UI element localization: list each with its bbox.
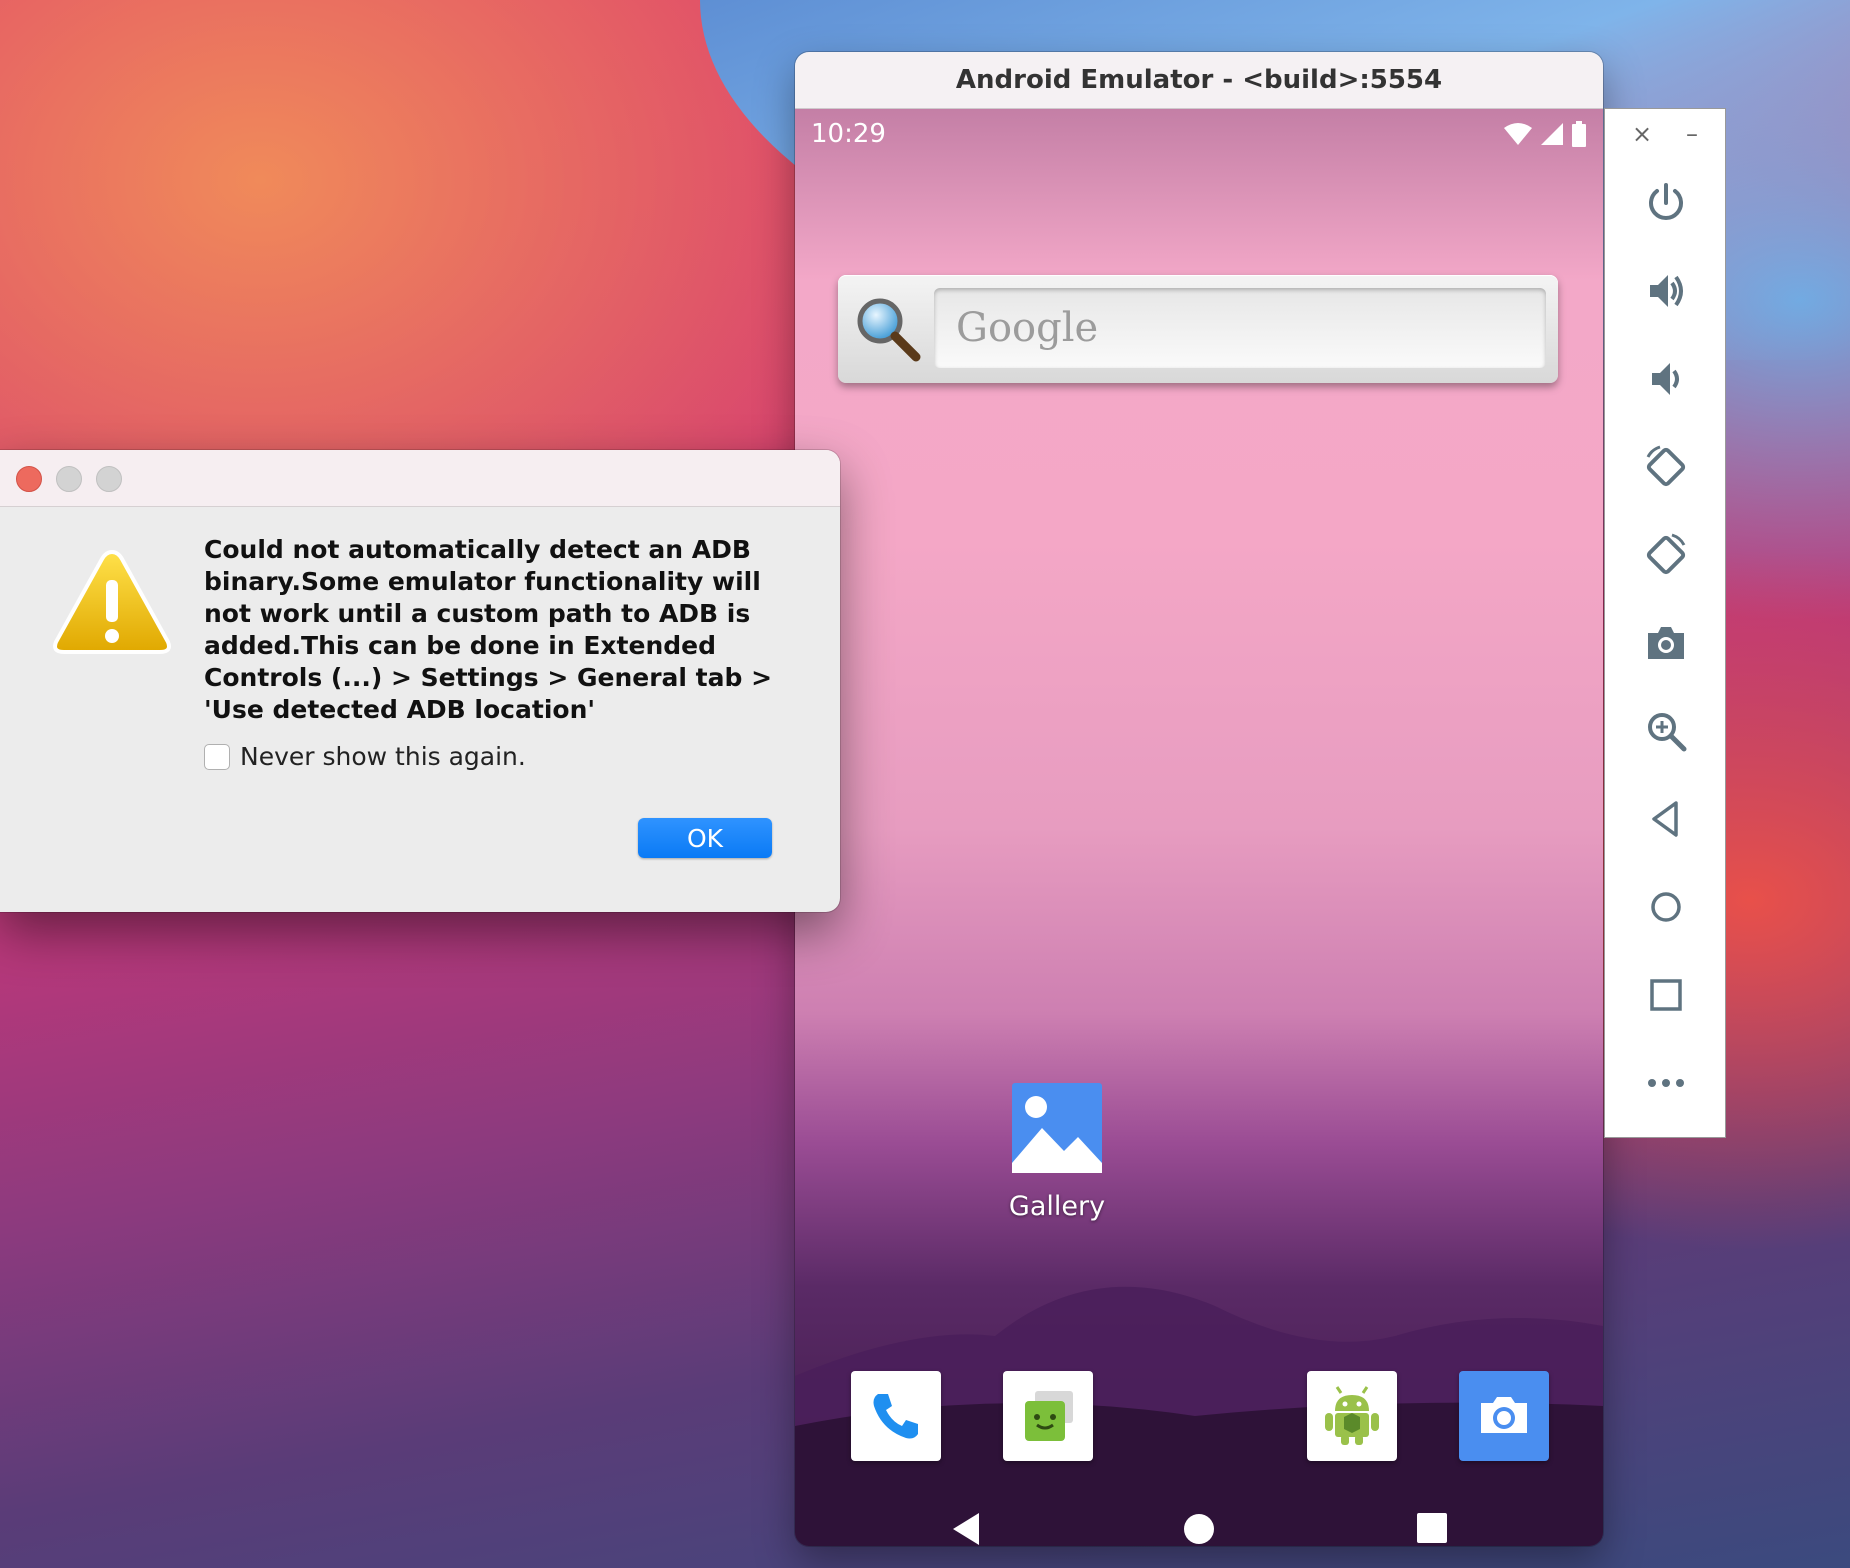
signal-icon <box>1541 123 1563 145</box>
dock-android-app[interactable] <box>1307 1371 1397 1461</box>
close-button[interactable] <box>16 466 42 492</box>
zoom-button[interactable] <box>1605 687 1727 775</box>
search-placeholder: Google <box>956 305 1099 351</box>
status-time: 10:29 <box>811 119 886 149</box>
dialog-message: Could not automatically detect an ADB bi… <box>204 535 773 724</box>
emulator-title: Android Emulator - <build>:5554 <box>795 52 1603 109</box>
android-app-icon <box>1325 1386 1379 1445</box>
camera-icon <box>1481 1397 1527 1433</box>
dialog-titlebar <box>0 450 840 507</box>
never-show-again-row[interactable]: Never show this again. <box>204 742 526 771</box>
volume-up-icon <box>1650 275 1683 307</box>
minimize-button[interactable] <box>56 466 82 492</box>
power-button[interactable] <box>1605 159 1727 247</box>
home-button[interactable] <box>1605 863 1727 951</box>
emulator-window: Android Emulator - <build>:5554 10:29 Go… <box>795 52 1603 1546</box>
nav-home-icon[interactable] <box>1183 1513 1215 1545</box>
never-show-again-checkbox[interactable] <box>204 743 230 770</box>
search-icon <box>857 298 921 362</box>
rotate-right-button[interactable] <box>1605 511 1727 599</box>
never-show-again-label[interactable]: Never show this again. <box>240 742 526 771</box>
overview-icon <box>1650 979 1682 1011</box>
ok-button[interactable]: OK <box>638 818 772 858</box>
emulator-toolbar: × – <box>1604 108 1726 1138</box>
battery-icon <box>1572 121 1586 147</box>
gallery-label: Gallery <box>1008 1191 1106 1222</box>
android-screen[interactable]: 10:29 Google Gallery <box>795 109 1603 1546</box>
search-input[interactable]: Google <box>934 288 1546 368</box>
rotate-right-icon <box>1646 533 1686 575</box>
gallery-icon <box>1012 1083 1102 1173</box>
more-button[interactable] <box>1605 1039 1727 1127</box>
back-button[interactable] <box>1605 775 1727 863</box>
screenshot-button[interactable] <box>1605 599 1727 687</box>
volume-down-button[interactable] <box>1605 335 1727 423</box>
gallery-app[interactable]: Gallery <box>987 1083 1127 1222</box>
toolbar-close-button[interactable]: × <box>1632 120 1652 148</box>
phone-icon <box>873 1394 918 1439</box>
google-search-widget[interactable]: Google <box>838 275 1558 383</box>
more-icon <box>1648 1079 1684 1087</box>
power-icon <box>1649 183 1683 220</box>
screenshot-icon <box>1648 627 1684 659</box>
android-navbar <box>795 1499 1603 1546</box>
volume-down-icon <box>1652 363 1679 395</box>
volume-up-button[interactable] <box>1605 247 1727 335</box>
adb-alert-dialog: Could not automatically detect an ADB bi… <box>0 450 840 912</box>
zoom-icon <box>1648 713 1687 752</box>
dock-camera[interactable] <box>1459 1371 1549 1461</box>
nav-back-icon[interactable] <box>949 1511 983 1546</box>
zoom-window-button[interactable] <box>96 466 122 492</box>
dock-phone[interactable] <box>851 1371 941 1461</box>
toolbar-minimize-button[interactable]: – <box>1686 120 1698 148</box>
warning-icon <box>53 549 171 654</box>
status-bar: 10:29 <box>795 109 1603 159</box>
overview-button[interactable] <box>1605 951 1727 1039</box>
messaging-icon <box>1025 1391 1073 1441</box>
rotate-left-button[interactable] <box>1605 423 1727 511</box>
rotate-left-icon <box>1646 445 1686 487</box>
nav-recents-icon[interactable] <box>1417 1513 1447 1543</box>
wifi-icon <box>1504 123 1532 145</box>
back-icon <box>1652 801 1678 837</box>
home-icon <box>1651 892 1681 922</box>
dock-messaging[interactable] <box>1003 1371 1093 1461</box>
